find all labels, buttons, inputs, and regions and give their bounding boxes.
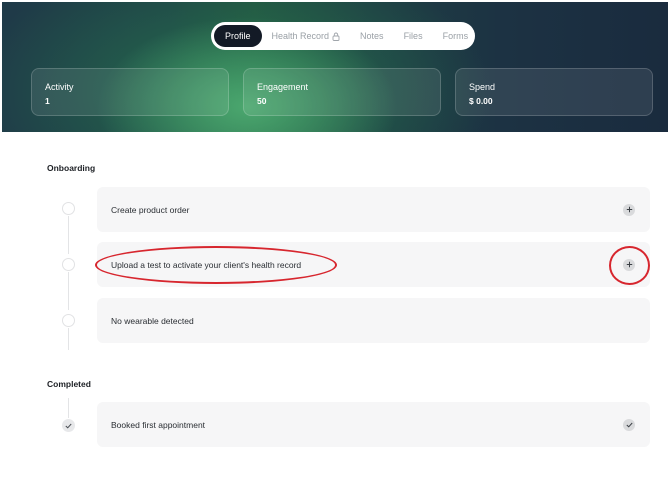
item-label: No wearable detected	[111, 315, 194, 326]
step-complete-circle	[62, 419, 75, 432]
tab-label: Profile	[225, 31, 251, 41]
timeline-connector	[68, 328, 69, 350]
onboarding-item-create-product-order[interactable]: Create product order	[97, 187, 650, 232]
tab-label: Notes	[360, 31, 384, 41]
stat-value: $ 0.00	[469, 96, 493, 106]
tab-files[interactable]: Files	[394, 25, 433, 47]
tab-health-record[interactable]: Health Record	[262, 25, 351, 47]
completed-item-booked-appointment[interactable]: Booked first appointment	[97, 402, 650, 447]
check-icon	[65, 423, 72, 429]
item-label: Upload a test to activate your client's …	[111, 259, 302, 270]
check-icon	[623, 418, 635, 431]
tab-label: Health Record	[271, 31, 330, 41]
stat-title: Activity	[45, 82, 74, 92]
onboarding-item-no-wearable[interactable]: No wearable detected	[97, 298, 650, 343]
stat-card-spend: Spend $ 0.00	[455, 68, 653, 116]
timeline-connector	[68, 398, 69, 418]
stat-title: Engagement	[257, 82, 309, 92]
profile-header-banner: Profile Health Record Notes Files Forms …	[2, 2, 668, 132]
timeline-connector	[68, 216, 69, 254]
step-status-circle	[62, 258, 75, 271]
item-label: Create product order	[111, 204, 190, 215]
tab-notes[interactable]: Notes	[350, 25, 394, 47]
stat-value: 50	[257, 96, 267, 106]
tab-label: Forms	[442, 31, 469, 41]
step-status-circle	[62, 314, 75, 327]
stat-value: 1	[45, 96, 50, 106]
tab-forms[interactable]: Forms	[433, 25, 479, 47]
item-label: Booked first appointment	[111, 419, 206, 430]
stat-title: Spend	[469, 82, 496, 92]
plus-icon[interactable]	[623, 203, 635, 216]
step-status-circle	[62, 202, 75, 215]
lock-icon	[332, 32, 340, 41]
onboarding-section-title: Onboarding	[47, 163, 96, 173]
onboarding-item-upload-test[interactable]: Upload a test to activate your client's …	[97, 242, 650, 287]
timeline-connector	[68, 272, 69, 310]
tab-label: Files	[403, 31, 423, 41]
stat-card-engagement: Engagement 50	[243, 68, 441, 116]
plus-icon[interactable]	[623, 258, 635, 271]
tab-profile[interactable]: Profile	[214, 25, 262, 47]
profile-tab-bar: Profile Health Record Notes Files Forms	[211, 22, 475, 50]
stat-card-activity: Activity 1	[31, 68, 229, 116]
completed-section-title: Completed	[47, 379, 91, 389]
